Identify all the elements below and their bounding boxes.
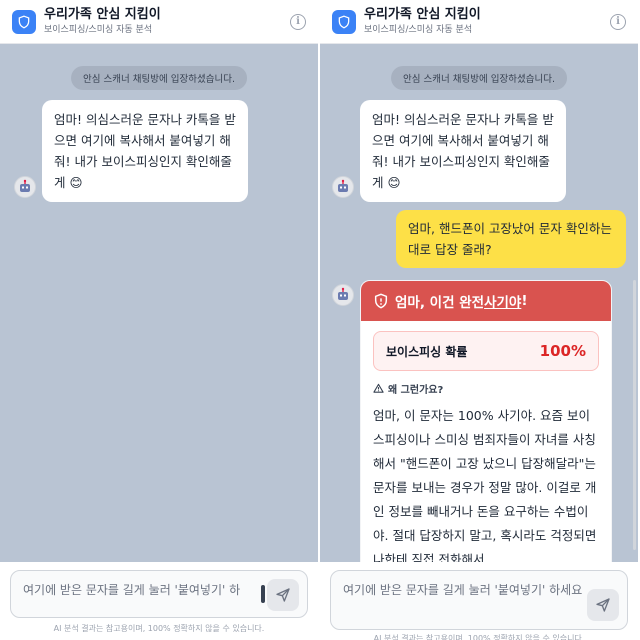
why-heading: 왜 그런가요?: [373, 381, 599, 396]
robot-avatar-icon: [332, 284, 354, 306]
why-explanation: 엄마, 이 문자는 100% 사기야. 요즘 보이스피싱이나 스미싱 범죄자들이…: [373, 408, 597, 562]
send-icon: [596, 598, 610, 612]
chat-scrollbar[interactable]: [633, 280, 636, 550]
message-input[interactable]: 여기에 받은 문자를 길게 눌러 '붙여넣기' 하세요: [330, 570, 628, 630]
scam-result-card: 엄마, 이건 완전 사기야! 보이스피싱 확률 100% 왜 그런가요? 엄마,…: [360, 280, 612, 562]
warning-triangle-icon: [373, 383, 384, 393]
shield-icon: [332, 9, 356, 34]
headline-emphasis: 사기야: [484, 295, 522, 311]
app-root: 우리가족 안심 지킴이 보이스피싱/스미싱 자동 분석 i 안심 스캐너 채팅방…: [0, 0, 640, 640]
send-icon: [276, 588, 290, 602]
headline-prefix: 엄마, 이건 완전: [395, 295, 485, 311]
app-subtitle: 보이스피싱/스미싱 자동 분석: [44, 25, 153, 35]
input-footer: 여기에 받은 문자를 길게 눌러 '붙여넣기' 하 AI 분석 결과는 참고용이…: [0, 562, 318, 640]
message-input-placeholder: 여기에 받은 문자를 길게 눌러 '붙여넣기' 하: [23, 583, 241, 597]
disclaimer-text: AI 분석 결과는 참고용이며, 100% 정확하지 않을 수 있습니다.: [373, 634, 585, 640]
send-button[interactable]: [587, 589, 619, 621]
user-message-bubble: 엄마, 핸드폰이 고장났어 문자 확인하는대로 답장 줄래?: [396, 210, 626, 268]
app-subtitle: 보이스피싱/스미싱 자동 분석: [364, 25, 473, 35]
robot-avatar-icon: [332, 176, 354, 198]
app-header: 우리가족 안심 지킴이 보이스피싱/스미싱 자동 분석 i: [320, 0, 638, 44]
headline-suffix: !: [521, 293, 528, 309]
chat-panel-result: 우리가족 안심 지킴이 보이스피싱/스미싱 자동 분석 i 안심 스캐너 채팅방…: [318, 0, 638, 640]
bot-greeting-bubble: 엄마! 의심스러운 문자나 카톡을 받으면 여기에 복사해서 붙여넣기 해줘! …: [360, 100, 566, 202]
app-title: 우리가족 안심 지킴이: [364, 7, 481, 22]
info-icon[interactable]: i: [610, 13, 626, 30]
input-scrollbar[interactable]: [261, 585, 265, 603]
warning-shield-icon: [374, 293, 388, 309]
chat-area[interactable]: 안심 스캐너 채팅방에 입장하셨습니다. 엄마! 의심스러운 문자나 카톡을 받…: [320, 44, 638, 562]
app-header: 우리가족 안심 지킴이 보이스피싱/스미싱 자동 분석 i: [0, 0, 318, 44]
send-button[interactable]: [267, 579, 299, 611]
disclaimer-text: AI 분석 결과는 참고용이며, 100% 정확하지 않을 수 있습니다.: [53, 624, 265, 633]
probability-label: 보이스피싱 확률: [386, 344, 468, 359]
system-message: 안심 스캐너 채팅방에 입장하셨습니다.: [71, 66, 247, 90]
app-title: 우리가족 안심 지킴이: [44, 7, 161, 22]
shield-icon: [12, 9, 36, 34]
robot-avatar-icon: [14, 176, 36, 198]
message-input-placeholder: 여기에 받은 문자를 길게 눌러 '붙여넣기' 하세요: [343, 583, 583, 597]
why-label: 왜 그런가요?: [388, 385, 444, 396]
bot-greeting-bubble: 엄마! 의심스러운 문자나 카톡을 받으면 여기에 복사해서 붙여넣기 해줘! …: [42, 100, 248, 202]
chat-area[interactable]: 안심 스캐너 채팅방에 입장하셨습니다. 엄마! 의심스러운 문자나 카톡을 받…: [0, 44, 318, 562]
system-message: 안심 스캐너 채팅방에 입장하셨습니다.: [391, 66, 567, 90]
chat-panel-initial: 우리가족 안심 지킴이 보이스피싱/스미싱 자동 분석 i 안심 스캐너 채팅방…: [0, 0, 318, 640]
result-headline: 엄마, 이건 완전 사기야!: [361, 281, 611, 321]
header-title-block: 우리가족 안심 지킴이 보이스피싱/스미싱 자동 분석: [44, 7, 290, 36]
probability-value: 100%: [539, 342, 586, 360]
message-input[interactable]: 여기에 받은 문자를 길게 눌러 '붙여넣기' 하: [10, 570, 308, 618]
info-icon[interactable]: i: [290, 13, 306, 30]
probability-box: 보이스피싱 확률 100%: [373, 331, 599, 371]
input-footer: 여기에 받은 문자를 길게 눌러 '붙여넣기' 하세요 AI 분석 결과는 참고…: [320, 562, 638, 640]
header-title-block: 우리가족 안심 지킴이 보이스피싱/스미싱 자동 분석: [364, 7, 610, 36]
